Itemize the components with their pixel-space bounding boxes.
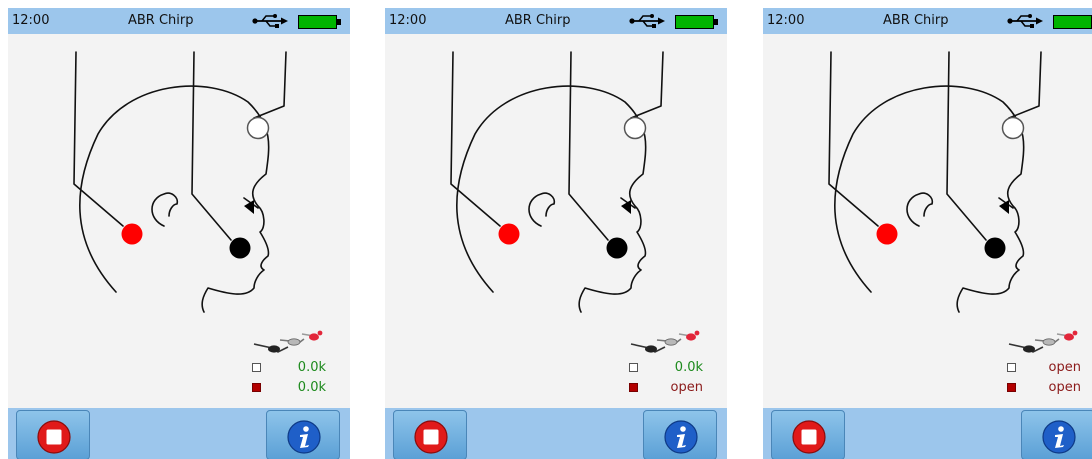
stop-button[interactable] bbox=[393, 410, 467, 459]
ear bbox=[528, 192, 556, 227]
bottom-bar bbox=[385, 408, 727, 459]
electrode-placement-diagram bbox=[73, 51, 287, 313]
info-button[interactable] bbox=[643, 410, 717, 459]
ear bbox=[151, 192, 179, 227]
lead-wire bbox=[73, 51, 124, 227]
stop-icon bbox=[792, 420, 826, 454]
head-outline bbox=[456, 85, 647, 313]
electrode-placement-diagram bbox=[828, 51, 1042, 313]
lead-wire bbox=[568, 51, 609, 241]
electrode-swatch-red bbox=[252, 383, 261, 392]
electrode-swatch-white bbox=[629, 363, 638, 372]
impedance-value: open bbox=[670, 380, 703, 395]
impedance-row-red: 0.0k bbox=[252, 380, 344, 397]
stop-icon bbox=[37, 420, 71, 454]
electrode-cable-icon bbox=[1008, 330, 1078, 353]
electrode-swatch-red bbox=[1007, 383, 1016, 392]
screen-title: ABR Chirp bbox=[128, 13, 194, 28]
info-icon bbox=[287, 420, 321, 454]
battery-icon bbox=[298, 15, 341, 29]
stop-button[interactable] bbox=[16, 410, 90, 459]
impedance-row-white: 0.0k bbox=[629, 360, 721, 377]
electrode-swatch-red bbox=[629, 383, 638, 392]
status-time: 12:00 bbox=[12, 13, 50, 28]
bottom-bar bbox=[763, 408, 1092, 459]
electrode-black bbox=[606, 237, 628, 259]
electrode-white bbox=[623, 116, 647, 140]
impedance-row-red: open bbox=[629, 380, 721, 397]
electrode-cable-icon bbox=[253, 330, 323, 353]
status-bar: 12:00 ABR Chirp bbox=[763, 8, 1092, 34]
device-screen-1: 12:00 ABR Chirp 0.0k 0.0k bbox=[8, 8, 350, 459]
electrode-swatch-white bbox=[1007, 363, 1016, 372]
lead-wire bbox=[1008, 51, 1042, 119]
status-time: 12:00 bbox=[767, 13, 805, 28]
electrode-swatch-white bbox=[252, 363, 261, 372]
impedance-row-white: 0.0k bbox=[252, 360, 344, 377]
device-screen-3: 12:00 ABR Chirp open open bbox=[763, 8, 1092, 459]
battery-icon bbox=[1053, 15, 1092, 29]
head-outline bbox=[834, 85, 1025, 313]
lead-wire bbox=[253, 51, 287, 119]
electrode-white bbox=[1001, 116, 1025, 140]
electrode-placement-diagram bbox=[450, 51, 664, 313]
electrode-red bbox=[121, 223, 143, 245]
status-bar: 12:00 ABR Chirp bbox=[8, 8, 350, 34]
info-button[interactable] bbox=[1021, 410, 1092, 459]
stop-icon bbox=[414, 420, 448, 454]
impedance-row-red: open bbox=[1007, 380, 1092, 397]
lead-wire bbox=[191, 51, 232, 241]
info-button[interactable] bbox=[266, 410, 340, 459]
impedance-value: 0.0k bbox=[674, 360, 703, 375]
electrode-cable-icon bbox=[630, 330, 700, 353]
bottom-bar bbox=[8, 408, 350, 459]
impedance-value: open bbox=[1048, 380, 1081, 395]
battery-icon bbox=[675, 15, 718, 29]
impedance-value: 0.0k bbox=[297, 380, 326, 395]
electrode-black bbox=[229, 237, 251, 259]
electrode-red bbox=[498, 223, 520, 245]
impedance-row-white: open bbox=[1007, 360, 1092, 377]
electrode-black bbox=[984, 237, 1006, 259]
lead-wire bbox=[828, 51, 879, 227]
lead-wire bbox=[630, 51, 664, 119]
head-outline bbox=[79, 85, 270, 313]
electrode-white bbox=[246, 116, 270, 140]
device-screen-2: 12:00 ABR Chirp 0.0k open bbox=[385, 8, 727, 459]
lead-wire bbox=[450, 51, 501, 227]
info-icon bbox=[664, 420, 698, 454]
status-time: 12:00 bbox=[389, 13, 427, 28]
impedance-value: 0.0k bbox=[297, 360, 326, 375]
lead-wire bbox=[946, 51, 987, 241]
usb-icon bbox=[1007, 14, 1043, 28]
screen-title: ABR Chirp bbox=[505, 13, 571, 28]
screen-title: ABR Chirp bbox=[883, 13, 949, 28]
usb-icon bbox=[629, 14, 665, 28]
stop-button[interactable] bbox=[771, 410, 845, 459]
usb-icon bbox=[252, 14, 288, 28]
info-icon bbox=[1042, 420, 1076, 454]
ear bbox=[906, 192, 934, 227]
electrode-red bbox=[876, 223, 898, 245]
impedance-value: open bbox=[1048, 360, 1081, 375]
status-bar: 12:00 ABR Chirp bbox=[385, 8, 727, 34]
